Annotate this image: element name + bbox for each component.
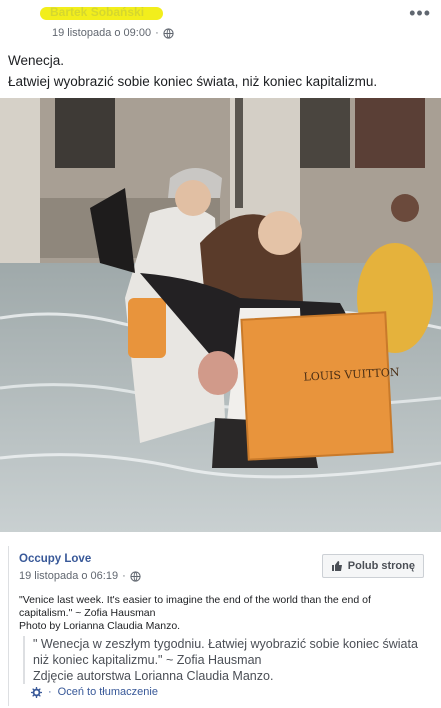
author-name[interactable]: Bartek Sobański	[50, 5, 144, 19]
translation-line: " Wenecja w zeszłym tygodniu. Łatwiej wy…	[33, 637, 418, 651]
shared-page-name[interactable]: Occupy Love	[19, 553, 91, 565]
like-page-button[interactable]: Polub stronę	[321, 554, 424, 578]
like-page-label: Polub stronę	[347, 560, 415, 572]
shared-timestamp[interactable]: 19 listopada o 06:19	[19, 570, 118, 582]
translation-line: niż koniec kapitalizmu." ~ Zofia Hausman	[33, 653, 262, 667]
gear-icon	[31, 686, 42, 698]
photo-credit: Photo by Lorianna Claudia Manzo.	[19, 620, 181, 632]
shared-quote: "Venice last week. It's easier to imagin…	[19, 594, 424, 633]
post-timestamp[interactable]: 19 listopada o 09:00	[52, 27, 151, 39]
translation-credit: Zdjęcie autorstwa Lorianna Claudia Manzo…	[33, 669, 274, 683]
post-text-line: Wenecja.	[8, 53, 65, 68]
venice-flood-illustration: LOUIS VUITTON	[0, 98, 441, 532]
more-dots-icon[interactable]: •••	[409, 4, 431, 22]
quote-line: capitalism." ~ Zofia Hausman	[19, 607, 156, 619]
globe-icon[interactable]	[130, 570, 141, 582]
post-photo[interactable]: LOUIS VUITTON	[0, 98, 441, 532]
shared-post-card: Occupy Love 19 listopada o 06:19 · Polub…	[8, 546, 434, 706]
post-header: Bartek Sobański 19 listopada o 09:00 · •…	[0, 0, 441, 44]
quote-line: "Venice last week. It's easier to imagin…	[19, 594, 371, 606]
post-text-line: Łatwiej wyobrazić sobie koniec świata, n…	[8, 74, 378, 89]
rate-translation-label[interactable]: Oceń to tłumaczenie	[58, 686, 158, 698]
globe-icon[interactable]	[163, 27, 174, 39]
post-meta: 19 listopada o 09:00 ·	[52, 27, 174, 39]
thumbs-up-icon	[331, 561, 342, 571]
rate-translation-link[interactable]: · Oceń to tłumaczenie	[31, 686, 158, 698]
shared-meta: 19 listopada o 06:19 ·	[19, 570, 141, 582]
post-text: Wenecja. Łatwiej wyobrazić sobie koniec …	[8, 50, 377, 92]
translation-block: " Wenecja w zeszłym tygodniu. Łatwiej wy…	[23, 636, 433, 684]
